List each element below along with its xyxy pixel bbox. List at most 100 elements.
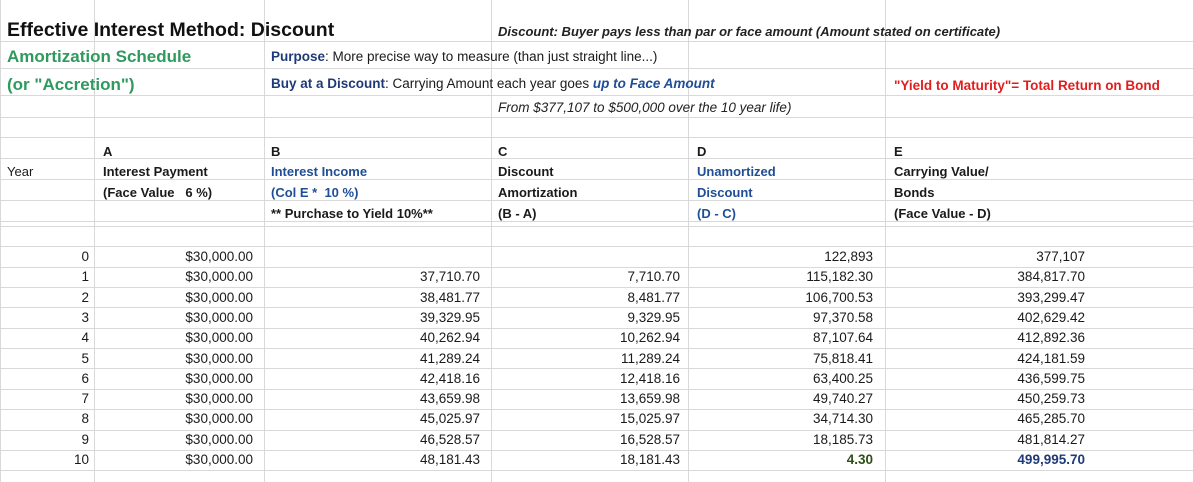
col-e-title2: Bonds bbox=[894, 185, 935, 200]
discount-note: Discount: Buyer pays less than par or fa… bbox=[498, 24, 1001, 39]
interest-payment-cell: $30,000.00 bbox=[185, 452, 253, 467]
interest-income-cell: 48,181.43 bbox=[419, 452, 480, 467]
gridline-horizontal bbox=[0, 450, 1193, 451]
col-b-formula: (Col E * 10 %) bbox=[271, 185, 359, 200]
interest-payment-cell: $30,000.00 bbox=[185, 289, 253, 305]
col-e-title: Carrying Value/ bbox=[894, 164, 989, 179]
carrying-value-cell: 436,599.75 bbox=[1017, 370, 1085, 386]
gridline-horizontal bbox=[0, 158, 1193, 159]
year-cell: 8 bbox=[81, 411, 89, 427]
unamortized-discount-cell: 63,400.25 bbox=[812, 370, 873, 386]
purpose-label: Purpose bbox=[271, 49, 326, 64]
interest-payment-cell: $30,000.00 bbox=[185, 309, 253, 325]
schedule-subtitle: Amortization Schedule bbox=[7, 47, 192, 66]
unamortized-discount-cell: 97,370.58 bbox=[812, 309, 873, 325]
discount-amortization-cell: 7,710.70 bbox=[627, 269, 680, 285]
year-cell: 7 bbox=[81, 391, 89, 407]
gridline-horizontal bbox=[0, 368, 1193, 369]
unamortized-discount-cell: 75,818.41 bbox=[812, 350, 873, 366]
carrying-value-cell: 377,107 bbox=[1036, 249, 1085, 264]
interest-income-cell: 40,262.94 bbox=[419, 330, 480, 346]
buy-label: Buy at a Discount bbox=[271, 76, 386, 91]
unamortized-discount-cell: 87,107.64 bbox=[812, 330, 873, 346]
carrying-value-cell: 384,817.70 bbox=[1017, 269, 1085, 285]
interest-income-cell: 39,329.95 bbox=[419, 309, 480, 325]
gridline-horizontal bbox=[0, 328, 1193, 329]
gridline-horizontal bbox=[0, 287, 1193, 288]
col-e-formula: (Face Value - D) bbox=[894, 206, 991, 221]
gridline-horizontal bbox=[0, 137, 1193, 138]
gridline-horizontal bbox=[0, 95, 1193, 96]
carrying-value-cell: 465,285.70 bbox=[1017, 411, 1085, 427]
unamortized-discount-cell: 34,714.30 bbox=[812, 411, 873, 427]
discount-amortization-cell: 15,025.97 bbox=[619, 411, 680, 427]
interest-payment-cell: $30,000.00 bbox=[185, 411, 253, 427]
gridline-horizontal bbox=[0, 68, 1193, 69]
purpose-note: Purpose: More precise way to measure (th… bbox=[271, 50, 657, 64]
year-cell: 0 bbox=[81, 249, 89, 264]
interest-payment-cell: $30,000.00 bbox=[185, 391, 253, 407]
gridline-horizontal bbox=[0, 200, 1193, 201]
carrying-value-cell: 412,892.36 bbox=[1017, 330, 1085, 346]
unamortized-discount-cell: 18,185.73 bbox=[812, 431, 873, 447]
col-b-title: Interest Income bbox=[271, 164, 368, 179]
discount-amortization-cell: 9,329.95 bbox=[627, 309, 680, 325]
gridline-horizontal bbox=[0, 409, 1193, 410]
gridline-horizontal bbox=[0, 221, 1193, 222]
carrying-value-cell: 481,814.27 bbox=[1017, 431, 1085, 447]
carrying-value-cell: 499,995.70 bbox=[1017, 452, 1085, 467]
unamortized-discount-cell: 106,700.53 bbox=[805, 289, 873, 305]
gridline-horizontal bbox=[0, 246, 1193, 247]
carrying-value-cell: 424,181.59 bbox=[1017, 350, 1085, 366]
gridline-horizontal bbox=[0, 41, 1193, 42]
discount-amortization-cell: 13,659.98 bbox=[619, 391, 680, 407]
interest-payment-cell: $30,000.00 bbox=[185, 269, 253, 285]
col-c-letter: C bbox=[498, 144, 508, 159]
interest-payment-cell: $30,000.00 bbox=[185, 330, 253, 346]
col-b-letter: B bbox=[271, 144, 281, 159]
col-d-formula: (D - C) bbox=[697, 206, 736, 221]
year-cell: 4 bbox=[81, 330, 89, 346]
gridline-horizontal bbox=[0, 470, 1193, 471]
discount-amortization-cell: 16,528.57 bbox=[619, 431, 680, 447]
gridline-horizontal bbox=[0, 267, 1193, 268]
gridline-horizontal bbox=[0, 307, 1193, 308]
year-cell: 6 bbox=[81, 370, 89, 386]
interest-income-cell: 42,418.16 bbox=[419, 370, 480, 386]
accretion-subtitle: (or "Accretion") bbox=[7, 75, 135, 94]
discount-amortization-cell: 8,481.77 bbox=[627, 289, 680, 305]
discount-amortization-cell: 10,262.94 bbox=[619, 330, 680, 346]
col-a-letter: A bbox=[103, 144, 113, 159]
year-cell: 1 bbox=[81, 269, 89, 285]
interest-income-cell: 43,659.98 bbox=[419, 391, 480, 407]
interest-income-cell: 41,289.24 bbox=[419, 350, 480, 366]
col-a-title: Interest Payment bbox=[103, 164, 208, 179]
gridline-horizontal bbox=[0, 389, 1193, 390]
col-c-formula: (B - A) bbox=[498, 206, 537, 221]
gridline-horizontal bbox=[0, 226, 1193, 227]
buy-text: : Carrying Amount each year goes bbox=[385, 76, 593, 91]
spreadsheet-grid bbox=[0, 0, 1193, 482]
col-d-letter: D bbox=[697, 144, 707, 159]
discount-amortization-cell: 12,418.16 bbox=[619, 370, 680, 386]
interest-income-cell: 38,481.77 bbox=[419, 289, 480, 305]
col-d-title2: Discount bbox=[697, 185, 753, 200]
col-b-note: ** Purchase to Yield 10%** bbox=[271, 206, 433, 221]
interest-payment-cell: $30,000.00 bbox=[185, 249, 253, 264]
year-cell: 2 bbox=[81, 289, 89, 305]
col-c-title2: Amortization bbox=[498, 185, 578, 200]
interest-payment-cell: $30,000.00 bbox=[185, 431, 253, 447]
ytm-note: "Yield to Maturity"= Total Return on Bon… bbox=[894, 78, 1160, 93]
unamortized-discount-cell: 122,893 bbox=[824, 249, 873, 264]
range-note: From $377,107 to $500,000 over the 10 ye… bbox=[498, 100, 792, 115]
purpose-text: : More precise way to measure (than just… bbox=[325, 49, 658, 64]
buy-emphasis: up to Face Amount bbox=[592, 76, 715, 91]
year-cell: 5 bbox=[81, 350, 89, 366]
col-d-title: Unamortized bbox=[697, 164, 776, 179]
gridline-horizontal bbox=[0, 179, 1193, 180]
year-header: Year bbox=[7, 164, 34, 179]
unamortized-discount-cell: 4.30 bbox=[846, 452, 873, 467]
page-title: Effective Interest Method: Discount bbox=[7, 19, 335, 41]
gridline-horizontal bbox=[0, 348, 1193, 349]
discount-amortization-cell: 18,181.43 bbox=[619, 452, 680, 467]
